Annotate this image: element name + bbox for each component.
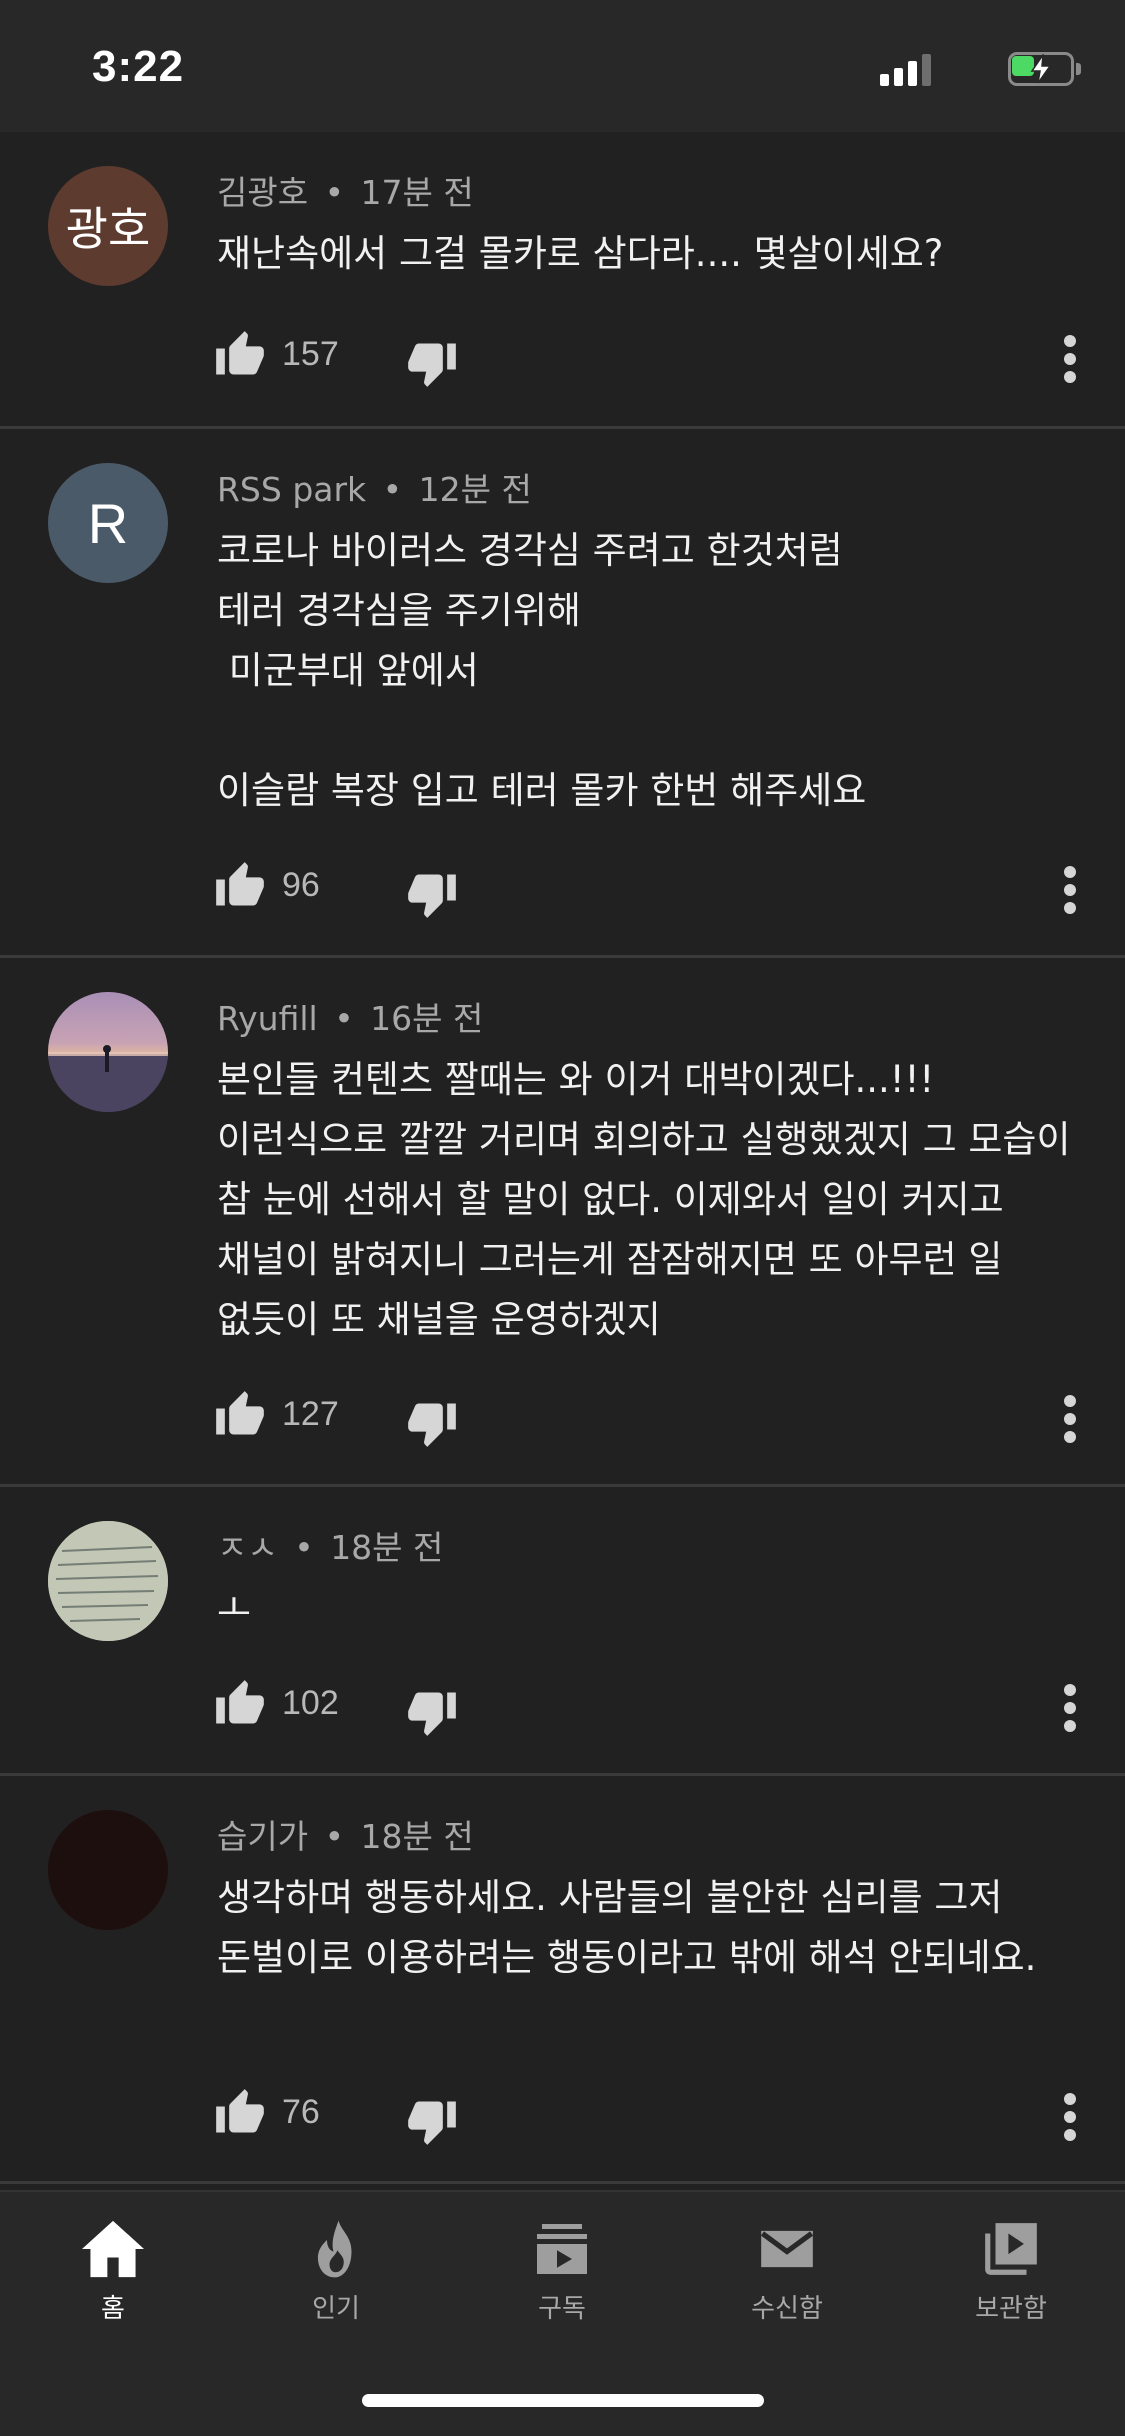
nav-inbox[interactable]: 수신함 bbox=[697, 2218, 877, 2338]
like-count: 127 bbox=[282, 1395, 339, 1433]
comment-item: ㅈㅅ • 18분 전 ㅗ 102 bbox=[0, 1487, 1125, 1776]
comment-item: R RSS park • 12분 전 코로나 바이러스 경각심 주려고 한것처럼… bbox=[0, 429, 1125, 958]
thumbs-up-icon[interactable] bbox=[214, 1678, 266, 1730]
comment-text: 코로나 바이러스 경각심 주려고 한것처럼 테러 경각심을 주기위해 미군부대 … bbox=[217, 529, 867, 812]
avatar[interactable]: 광호 bbox=[48, 166, 168, 286]
like-count: 96 bbox=[282, 866, 320, 904]
thumbs-down-icon[interactable] bbox=[406, 337, 458, 389]
avatar[interactable]: R bbox=[48, 463, 168, 583]
thumbs-down-icon[interactable] bbox=[406, 868, 458, 920]
avatar-initials: R bbox=[87, 491, 129, 555]
comment-text: 생각하며 행동하세요. 사람들의 불안한 심리를 그저 돈벌이로 이용하려는 행… bbox=[217, 1876, 1037, 1979]
more-options-icon[interactable] bbox=[1054, 864, 1086, 916]
thumbs-down-icon[interactable] bbox=[406, 1397, 458, 1449]
nav-label: 홈 bbox=[101, 2294, 125, 2324]
nav-home[interactable]: 홈 bbox=[23, 2218, 203, 2338]
avatar[interactable] bbox=[48, 992, 168, 1112]
comment-meta: Ryufill • 16분 전 bbox=[217, 999, 484, 1038]
comment-actions: 127 bbox=[0, 1389, 1125, 1449]
status-bar: 3:22 bbox=[0, 0, 1125, 132]
comment-text: 본인들 컨텐츠 짤때는 와 이거 대박이겠다...!!! 이런식으로 깔깔 거리… bbox=[217, 1058, 1083, 1341]
comment-author[interactable]: RSS park bbox=[217, 470, 366, 509]
home-indicator bbox=[362, 2394, 764, 2407]
comment-author[interactable]: 김광호 bbox=[217, 173, 308, 212]
mail-icon bbox=[760, 2230, 814, 2268]
comment-time: 17분 전 bbox=[360, 173, 474, 212]
thumbs-down-icon[interactable] bbox=[406, 2095, 458, 2147]
nav-label: 보관함 bbox=[975, 2294, 1047, 2324]
subscriptions-icon bbox=[537, 2224, 587, 2274]
comment-time: 12분 전 bbox=[418, 470, 532, 509]
thumbs-up-icon[interactable] bbox=[214, 329, 266, 381]
nav-library[interactable]: 보관함 bbox=[921, 2218, 1101, 2338]
like-count: 157 bbox=[282, 335, 339, 373]
more-options-icon[interactable] bbox=[1054, 2091, 1086, 2143]
library-icon bbox=[985, 2223, 1037, 2275]
comment-meta: ㅈㅅ • 18분 전 bbox=[217, 1528, 444, 1567]
thumbs-up-icon[interactable] bbox=[214, 2087, 266, 2139]
avatar[interactable] bbox=[48, 1521, 168, 1641]
comment-actions: 96 bbox=[0, 860, 1125, 920]
comment-time: 18분 전 bbox=[330, 1528, 444, 1567]
avatar[interactable] bbox=[48, 1810, 168, 1930]
like-count: 102 bbox=[282, 1684, 339, 1722]
comment-time: 16분 전 bbox=[370, 999, 484, 1038]
avatar-image bbox=[48, 1521, 168, 1641]
thumbs-up-icon[interactable] bbox=[214, 860, 266, 912]
nav-subscriptions[interactable]: 구독 bbox=[472, 2218, 652, 2338]
comment-meta: 습기가 • 18분 전 bbox=[217, 1817, 474, 1856]
nav-label: 구독 bbox=[538, 2294, 586, 2324]
comment-meta: RSS park • 12분 전 bbox=[217, 470, 532, 509]
battery-charging-icon bbox=[1008, 52, 1082, 86]
cellular-signal-icon bbox=[880, 52, 936, 86]
comment-actions: 102 bbox=[0, 1678, 1125, 1738]
thumbs-down-icon[interactable] bbox=[406, 1686, 458, 1738]
comment-author[interactable]: ㅈㅅ bbox=[217, 1528, 278, 1567]
nav-label: 인기 bbox=[312, 2294, 360, 2324]
comment-time: 18분 전 bbox=[360, 1817, 474, 1856]
status-time: 3:22 bbox=[92, 42, 185, 91]
comment-meta: 김광호 • 17분 전 bbox=[217, 173, 474, 212]
comment-text: 재난속에서 그걸 몰카로 삼다라.... 몇살이세요? bbox=[217, 232, 944, 275]
comment-actions: 157 bbox=[0, 329, 1125, 389]
comment-item: Ryufill • 16분 전 본인들 컨텐츠 짤때는 와 이거 대박이겠다..… bbox=[0, 958, 1125, 1487]
more-options-icon[interactable] bbox=[1054, 1393, 1086, 1445]
nav-trending[interactable]: 인기 bbox=[246, 2218, 426, 2338]
comment-author[interactable]: 습기가 bbox=[217, 1817, 308, 1856]
comment-list: 광호 김광호 • 17분 전 재난속에서 그걸 몰카로 삼다라.... 몇살이세… bbox=[0, 132, 1125, 2184]
avatar-image bbox=[48, 1045, 168, 1112]
more-options-icon[interactable] bbox=[1054, 333, 1086, 385]
comment-author[interactable]: Ryufill bbox=[217, 999, 318, 1038]
thumbs-up-icon[interactable] bbox=[214, 1389, 266, 1441]
avatar-initials: 광호 bbox=[65, 202, 151, 256]
comment-item: 습기가 • 18분 전 생각하며 행동하세요. 사람들의 불안한 심리를 그저 … bbox=[0, 1776, 1125, 2184]
comment-item: 광호 김광호 • 17분 전 재난속에서 그걸 몰카로 삼다라.... 몇살이세… bbox=[0, 132, 1125, 429]
comment-text: ㅗ bbox=[217, 1587, 252, 1630]
nav-label: 수신함 bbox=[751, 2294, 823, 2324]
home-icon bbox=[82, 2220, 144, 2278]
flame-icon bbox=[317, 2220, 352, 2278]
comment-actions: 76 bbox=[0, 2087, 1125, 2147]
like-count: 76 bbox=[282, 2093, 320, 2131]
more-options-icon[interactable] bbox=[1054, 1682, 1086, 1734]
